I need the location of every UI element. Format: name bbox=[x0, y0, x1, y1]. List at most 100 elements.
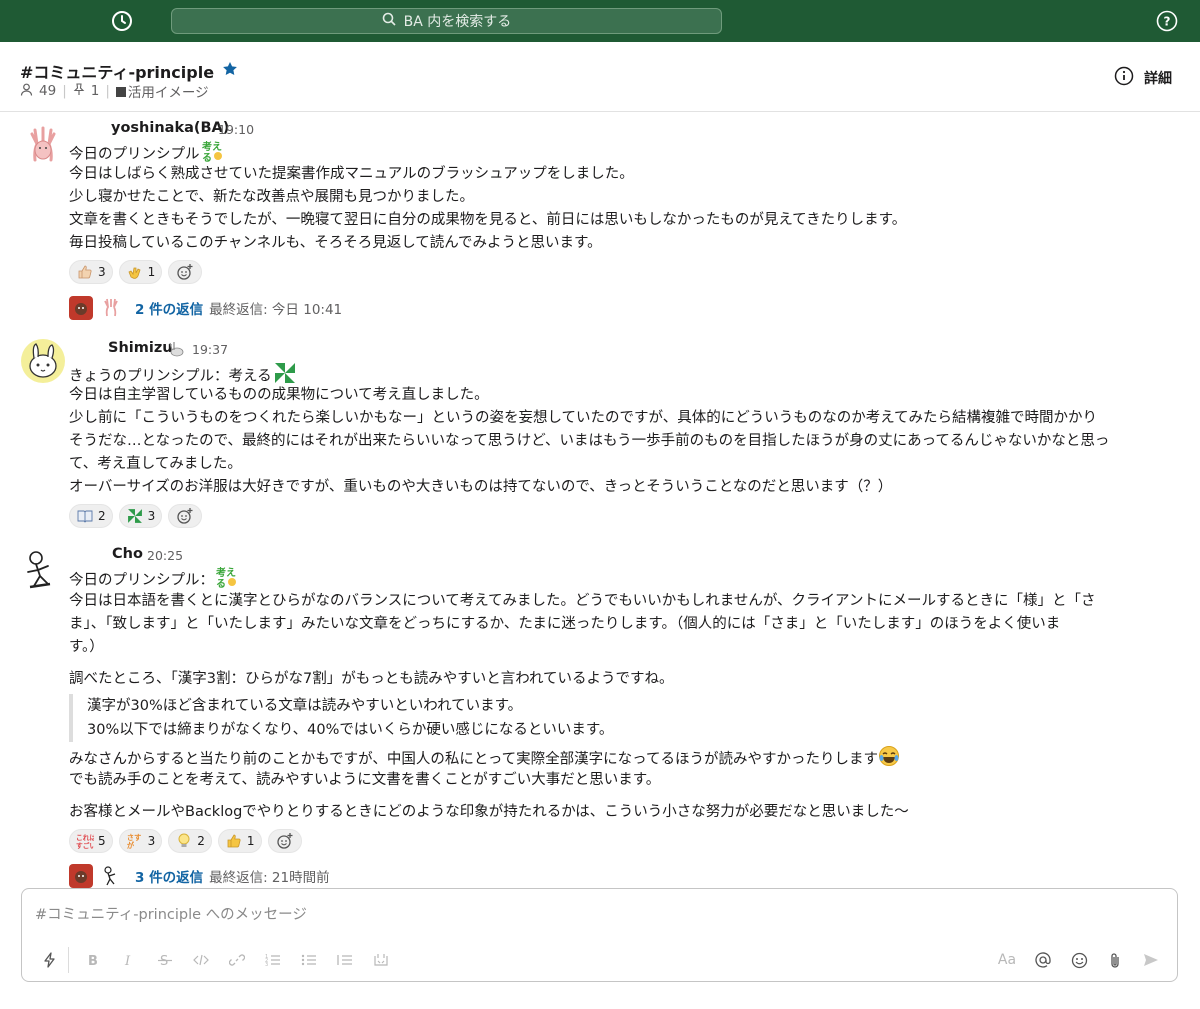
search-placeholder: BA 内を検索する bbox=[403, 14, 512, 30]
message: Cho 20:25 今日のプリンシプル： 考える 今日は日本語を書くとに漢字とひら… bbox=[0, 538, 1200, 888]
message-line: ま」、「致します」と「いたします」みたいな文章をどっちにするか、たまに迷ったりし… bbox=[69, 616, 1061, 632]
attachment-icon[interactable] bbox=[1097, 947, 1133, 973]
message: yoshinaka(BA) 19:10 今日のプリンシプル 考える 今日はしばらく… bbox=[0, 112, 1200, 322]
message-text: 今日のプリンシプル： bbox=[69, 572, 214, 589]
pins-count[interactable]: 1 bbox=[91, 83, 100, 99]
user-avatar[interactable] bbox=[20, 338, 66, 384]
code-icon[interactable] bbox=[183, 947, 219, 973]
reaction-thumbs-up[interactable]: 3 bbox=[69, 260, 113, 284]
quote-line: 30%以下では締まりがなくなり、40%ではいくらか硬い感じになるといいます。 bbox=[87, 722, 614, 738]
members-count[interactable]: 49 bbox=[39, 83, 56, 99]
add-emoji-icon bbox=[276, 832, 294, 850]
message-text: みなさんからすると当たり前のことかもですが、中国人の私にとって実際全部漢字になっ… bbox=[69, 751, 878, 768]
message-line: お客様とメールやBacklogでやりとりするときにどのような印象が持たれるかは、… bbox=[69, 804, 909, 820]
format-toggle[interactable]: Aa bbox=[989, 947, 1025, 973]
message-composer[interactable]: #コミュニティ-principle へのメッセージ B I S 123 Aa bbox=[21, 888, 1178, 982]
bold-icon[interactable]: B bbox=[75, 947, 111, 973]
bookmark-link[interactable]: 活用イメージ bbox=[115, 81, 209, 101]
user-name[interactable]: Cho bbox=[112, 546, 143, 562]
quote-line: 漢字が30%ほど含まれている文章は読みやすいといわれています。 bbox=[87, 698, 523, 714]
add-reaction-button[interactable] bbox=[267, 829, 302, 853]
add-reaction-button[interactable] bbox=[168, 504, 203, 528]
reaction-book[interactable]: 2 bbox=[69, 504, 113, 528]
divider: | bbox=[105, 83, 110, 99]
send-icon[interactable] bbox=[1133, 947, 1169, 973]
svg-text:が: が bbox=[127, 841, 135, 850]
message-line: 文章を書くときもそうでしたが、一晩寝て翌日に自分の成果物を見ると、前日には思いも… bbox=[69, 212, 907, 228]
italic-icon[interactable]: I bbox=[111, 947, 147, 973]
members-icon[interactable] bbox=[20, 83, 33, 100]
message-text: 今日のプリンシプル bbox=[69, 146, 200, 163]
reaction-sasuga[interactable]: さすが 3 bbox=[118, 829, 163, 853]
reply-avatar bbox=[99, 864, 123, 888]
pin-icon[interactable] bbox=[73, 82, 85, 100]
top-bar: BA 内を検索する ? bbox=[0, 0, 1200, 42]
reactions: これはすごい 5 さすが 3 2 1 bbox=[69, 829, 302, 853]
reaction-koreha-sugoi[interactable]: これはすごい 5 bbox=[69, 829, 113, 853]
reaction-count: 2 bbox=[197, 834, 205, 848]
reaction-count: 3 bbox=[147, 509, 156, 523]
info-icon bbox=[1114, 66, 1134, 90]
svg-text:?: ? bbox=[1164, 15, 1171, 29]
reaction-thumbs-up[interactable]: 1 bbox=[217, 829, 262, 853]
code-block-icon[interactable] bbox=[363, 947, 399, 973]
blockquote-icon[interactable] bbox=[327, 947, 363, 973]
reaction-count: 3 bbox=[147, 834, 156, 848]
user-avatar[interactable] bbox=[20, 122, 66, 168]
shortcuts-icon[interactable] bbox=[32, 947, 68, 973]
svg-text:I: I bbox=[124, 954, 131, 967]
timestamp[interactable]: 19:37 bbox=[192, 342, 228, 357]
details-button[interactable]: 詳細 bbox=[1114, 66, 1172, 90]
message-line: す。） bbox=[69, 639, 104, 655]
help-icon[interactable]: ? bbox=[1156, 10, 1178, 32]
clap-icon bbox=[126, 263, 144, 281]
user-name[interactable]: yoshinaka(BA) bbox=[111, 120, 229, 136]
svg-text:考え: 考え bbox=[216, 566, 236, 579]
reaction-bulb[interactable]: 2 bbox=[168, 829, 212, 853]
message-line: オーバーサイズのお洋服は大好きですが、重いものや大きいものは持てないので、きっと… bbox=[69, 479, 893, 495]
search-icon bbox=[382, 12, 396, 30]
pinwheel-icon bbox=[126, 507, 144, 525]
timestamp[interactable]: 20:25 bbox=[147, 548, 183, 563]
blockquote: 漢字が30%ほど含まれている文章は読みやすいといわれています。 30%以下では締… bbox=[69, 694, 613, 742]
svg-text:る: る bbox=[216, 578, 226, 588]
channel-title[interactable]: #コミュニティ-principle bbox=[20, 59, 238, 83]
emoji-icon[interactable] bbox=[1061, 947, 1097, 973]
message-line: 今日は自主学習しているものの成果物について考え直しました。 bbox=[69, 387, 489, 403]
thread-summary[interactable]: 2 件の返信 最終返信: 今日 10:41 bbox=[69, 296, 342, 320]
reaction-count: 5 bbox=[98, 834, 106, 848]
svg-text:る: る bbox=[202, 152, 212, 162]
reaction-clap[interactable]: 1 bbox=[118, 260, 163, 284]
message-line: 少し前に「こういうものをつくれたら楽しいかもなー」というの姿を妄想していたのです… bbox=[69, 410, 1098, 426]
last-reply-time: 最終返信: 21時間前 bbox=[209, 870, 330, 886]
reactions: 3 1 bbox=[69, 260, 203, 284]
reaction-count: 1 bbox=[246, 834, 255, 848]
koreha-sugoi-icon: これはすごい bbox=[76, 832, 94, 850]
user-avatar[interactable] bbox=[20, 546, 66, 592]
ordered-list-icon[interactable]: 123 bbox=[255, 947, 291, 973]
message-line: 今日はしばらく熟成させていた提案書作成マニュアルのブラッシュアップをしました。 bbox=[69, 166, 634, 182]
last-reply-time: 最終返信: 今日 10:41 bbox=[209, 302, 343, 318]
bulb-icon bbox=[175, 832, 193, 850]
reply-avatar bbox=[69, 296, 93, 320]
link-icon[interactable] bbox=[219, 947, 255, 973]
svg-text:これは: これは bbox=[76, 834, 94, 842]
star-icon[interactable] bbox=[222, 61, 238, 81]
book-icon bbox=[76, 507, 94, 525]
composer-toolbar: B I S 123 Aa bbox=[32, 947, 1169, 973]
reaction-pinwheel[interactable]: 3 bbox=[118, 504, 163, 528]
channel-meta: 49 | 1 | 活用イメージ bbox=[20, 81, 209, 101]
add-reaction-button[interactable] bbox=[168, 260, 203, 284]
reply-count-link[interactable]: 3 件の返信 bbox=[135, 866, 203, 886]
details-label: 詳細 bbox=[1144, 71, 1172, 87]
mention-icon[interactable] bbox=[1025, 947, 1061, 973]
strikethrough-icon[interactable]: S bbox=[147, 947, 183, 973]
search-bar[interactable]: BA 内を検索する bbox=[171, 8, 722, 34]
timestamp[interactable]: 19:10 bbox=[218, 122, 254, 137]
bullet-list-icon[interactable] bbox=[291, 947, 327, 973]
user-name[interactable]: Shimizu bbox=[108, 340, 173, 356]
clock-icon[interactable] bbox=[110, 9, 134, 33]
thread-summary[interactable]: 3 件の返信 最終返信: 21時間前 bbox=[69, 864, 330, 888]
message-line: 少し寝かせたことで、新たな改善点や展開も見つかりました。 bbox=[69, 189, 474, 205]
reply-count-link[interactable]: 2 件の返信 bbox=[135, 298, 203, 318]
